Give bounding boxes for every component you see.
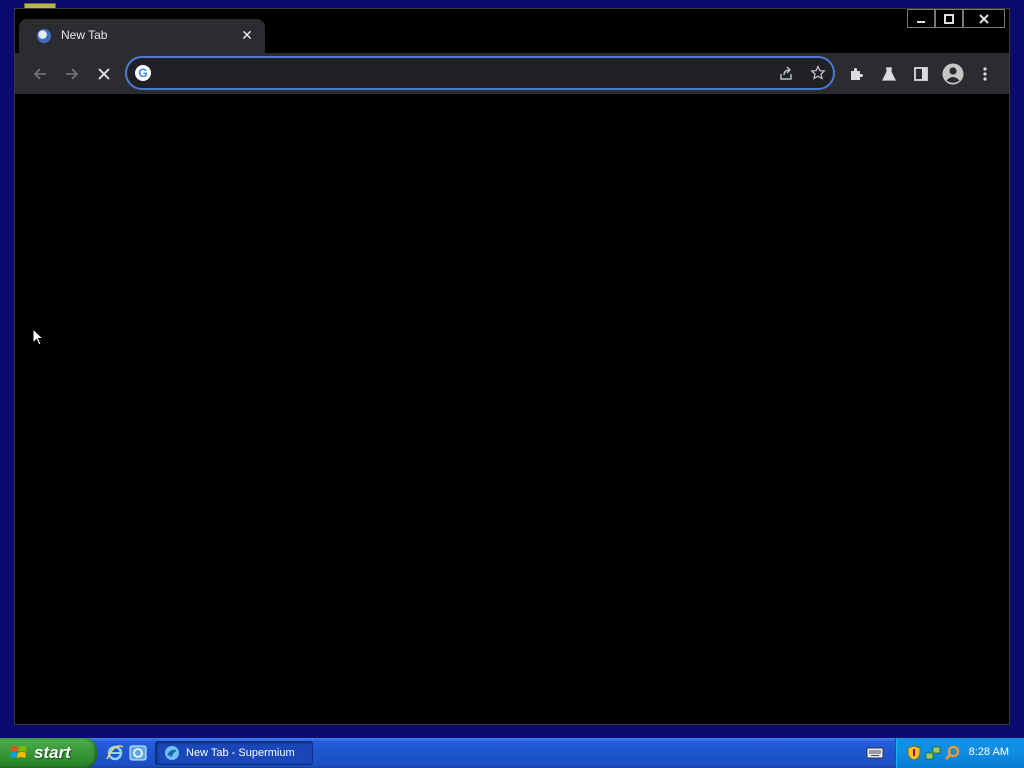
mouse-cursor-icon (32, 328, 45, 346)
browser-window: New Tab ✕ G (14, 8, 1010, 725)
forward-button[interactable] (59, 61, 85, 87)
minimize-button[interactable] (907, 9, 935, 28)
network-icon[interactable] (925, 745, 941, 761)
kebab-menu-icon (983, 67, 987, 81)
taskbar: start New Tab - Supermium 8:28 AM (0, 738, 1024, 768)
desktop: New Tab ✕ G start New Tab - Supermium 8:… (0, 0, 1024, 768)
taskbar-button-supermium[interactable]: New Tab - Supermium (155, 741, 313, 765)
windows-logo-icon (10, 746, 27, 758)
share-icon (780, 66, 792, 80)
bookmark-star-button[interactable] (807, 62, 829, 84)
back-arrow-icon (33, 68, 46, 80)
side-panel-button[interactable] (908, 61, 934, 87)
stop-loading-button[interactable] (91, 61, 117, 87)
security-shield-icon[interactable] (906, 745, 922, 761)
address-bar[interactable]: G (125, 56, 835, 90)
start-label: start (34, 743, 71, 762)
share-button[interactable] (775, 62, 797, 84)
star-icon (810, 65, 826, 80)
page-content[interactable] (15, 94, 1009, 724)
puzzle-icon (851, 67, 864, 80)
labs-button[interactable] (876, 61, 902, 87)
menu-button[interactable] (972, 61, 998, 87)
tab-title: New Tab (61, 28, 108, 42)
stop-icon (98, 68, 110, 80)
window-controls (907, 9, 1005, 28)
forward-arrow-icon (66, 68, 79, 80)
email-client-icon[interactable] (129, 744, 147, 762)
back-button[interactable] (27, 61, 53, 87)
address-input[interactable] (161, 62, 765, 86)
browser-toolbar: G (15, 53, 1009, 94)
flask-icon (882, 67, 896, 81)
tab-close-icon[interactable]: ✕ (237, 25, 257, 45)
minimize-icon (917, 20, 925, 23)
start-button[interactable]: start (0, 738, 97, 768)
clock: 8:28 AM (968, 746, 1009, 758)
search-icon[interactable] (944, 745, 960, 761)
extensions-button[interactable] (844, 61, 870, 87)
side-panel-icon (914, 67, 928, 81)
taskbar-button-label: New Tab - Supermium (186, 747, 295, 759)
close-button[interactable] (963, 9, 1005, 28)
avatar-icon (942, 63, 964, 85)
keyboard-layout-icon[interactable] (866, 745, 884, 761)
google-icon: G (135, 65, 151, 81)
maximize-button[interactable] (935, 9, 963, 28)
system-tray: 8:28 AM (895, 738, 1024, 768)
supermium-favicon-icon (37, 29, 51, 43)
tab-strip: New Tab ✕ (15, 9, 1009, 53)
supermium-icon (165, 746, 179, 760)
maximize-icon (944, 13, 954, 24)
close-icon (979, 13, 989, 24)
tab-new-tab[interactable]: New Tab ✕ (19, 19, 265, 53)
internet-explorer-icon[interactable] (106, 744, 124, 762)
profile-button[interactable] (940, 61, 966, 87)
